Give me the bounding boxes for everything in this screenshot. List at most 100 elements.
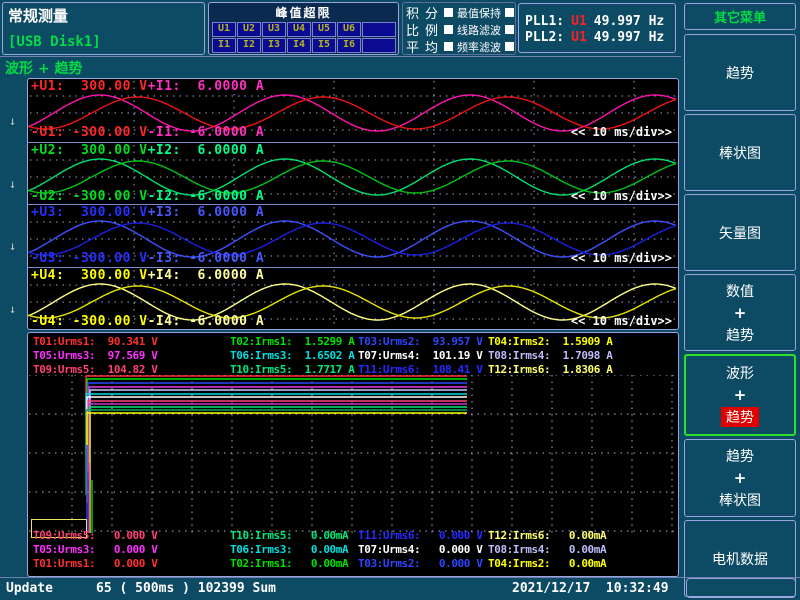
toggle-row: 比例线路滤波 <box>406 21 515 38</box>
pll-source: U1 <box>571 14 587 30</box>
waveform-channel-3: +U3: 300.00 V+I3: 6.0000 A -U3: -300.00 V… <box>28 204 678 266</box>
channel-marker-arrow-icon: ↓ <box>9 177 16 191</box>
waveform-channel-4: +U4: 300.00 V+I4: 6.0000 A -U4: -300.00 V… <box>28 267 678 329</box>
peak-cell-I4: I4 <box>287 38 311 53</box>
menu-item-line: 数值 <box>726 281 754 301</box>
trend-readout-zero: T10:Irms5: 0.00mA <box>230 529 348 542</box>
u-positive-label: +U1: 300.00 V <box>31 79 148 94</box>
trend-readout: T04:Irms2: 1.5909 A <box>488 335 612 348</box>
trend-readout: T03:Urms2: 93.957 V <box>358 335 482 348</box>
timebase-label: << 10 ms/div>> <box>571 251 672 265</box>
pll-row: PLL1: U1 49.997 Hz <box>519 14 675 30</box>
i-positive-label: +I1: 6.0000 A <box>148 79 265 94</box>
trend-readout-zero: T05:Urms3: 0.000 V <box>33 543 157 556</box>
channel-marker-arrow-icon: ↓ <box>9 239 16 253</box>
peak-cell-I3: I3 <box>262 38 286 53</box>
peak-limit-row: I1I2I3I4I5I6 <box>212 38 398 53</box>
trend-readout-zero: T09:Urms5: 0.000 V <box>33 529 157 542</box>
trend-readout-zero: T06:Irms3: 0.00mA <box>230 543 348 556</box>
channel-labels-positive: +U2: 300.00 V+I2: 6.0000 A <box>31 143 264 158</box>
trend-readout: T08:Irms4: 1.7098 A <box>488 349 612 362</box>
i-negative-label: -I4: -6.0000 A <box>148 314 265 329</box>
pll-value: 49.997 Hz <box>594 14 664 30</box>
menu-item-numeric-plus-trend[interactable]: 数值+趋势 <box>684 274 796 351</box>
trend-readout-zero: T01:Urms1: 0.000 V <box>33 557 157 570</box>
pll-source: U1 <box>571 30 587 46</box>
trend-readout: T05:Urms3: 97.569 V <box>33 349 157 362</box>
channel-labels-positive: +U4: 300.00 V+I4: 6.0000 A <box>31 268 264 283</box>
i-negative-label: -I2: -6.0000 A <box>148 189 265 204</box>
menu-item-line: 趋势 <box>726 63 754 83</box>
toggle-char: 平 <box>406 37 419 56</box>
trend-readout-zero: T07:Urms4: 0.000 V <box>358 543 482 556</box>
toggle-checkbox[interactable] <box>444 25 453 34</box>
peak-cell-U2: U2 <box>237 22 261 37</box>
menu-item-line: 波形 <box>726 363 754 383</box>
menu-item-line: + <box>734 304 747 322</box>
u-positive-label: +U2: 300.00 V <box>31 143 148 158</box>
channel-labels-negative: -U4: -300.00 V-I4: -6.0000 A <box>31 314 264 329</box>
menu-item-waveform-plus-trend[interactable]: 波形+趋势 <box>684 354 796 436</box>
menu-item-line: 棒状图 <box>719 143 761 163</box>
pll-name: PLL1: <box>525 14 564 30</box>
peak-limit-panel: 峰值超限 U1U2U3U4U5U6I1I2I3I4I5I6 <box>208 2 399 55</box>
toggle-checkbox[interactable] <box>444 8 453 17</box>
peak-cell-blank <box>362 38 396 53</box>
menu-item-line: 矢量图 <box>719 223 761 243</box>
channel-labels-negative: -U3: -300.00 V-I3: -6.0000 A <box>31 251 264 266</box>
toggle-char: 均 <box>425 37 438 56</box>
peak-cell-U5: U5 <box>312 22 336 37</box>
channel-labels-positive: +U3: 300.00 V+I3: 6.0000 A <box>31 205 264 220</box>
menu-item-bar-graph[interactable]: 棒状图 <box>684 114 796 191</box>
timebase-label: << 10 ms/div>> <box>571 314 672 328</box>
menu-item-trend-plus-bar-graph[interactable]: 趋势+棒状图 <box>684 439 796 517</box>
i-positive-label: +I2: 6.0000 A <box>148 143 265 158</box>
channel-marker-arrow-icon: ↓ <box>9 114 16 128</box>
update-label: Update <box>6 581 53 596</box>
trend-readout-zero: T04:Irms2: 0.00mA <box>488 557 606 570</box>
menu-item-vector-graph[interactable]: 矢量图 <box>684 194 796 271</box>
trend-readout-zero: T08:Irms4: 0.00mA <box>488 543 606 556</box>
menu-title: 其它菜单 <box>684 3 796 30</box>
toggle-label: 最值保持 <box>457 5 501 21</box>
peak-cell-blank <box>362 22 396 37</box>
menu-item-trend[interactable]: 趋势 <box>684 34 796 111</box>
pll-name: PLL2: <box>525 30 564 46</box>
storage-label: [USB Disk1] <box>8 34 101 50</box>
trend-readout-zero: T02:Irms1: 0.00mA <box>230 557 348 570</box>
waveform-channel-1: +U1: 300.00 V+I1: 6.0000 A -U1: -300.00 V… <box>28 79 678 141</box>
pll-row: PLL2: U1 49.997 Hz <box>519 30 675 46</box>
trend-readout-zero: T12:Irms6: 0.00mA <box>488 529 606 542</box>
update-counter: 65 ( 500ms ) 102399 Sum <box>96 581 276 596</box>
peak-cell-I5: I5 <box>312 38 336 53</box>
peak-limit-row: U1U2U3U4U5U6 <box>212 22 398 37</box>
trend-readout-zero: T03:Urms2: 0.000 V <box>358 557 482 570</box>
i-positive-label: +I4: 6.0000 A <box>148 268 265 283</box>
channel-labels-negative: -U1: -300.00 V-I1: -6.0000 A <box>31 125 264 140</box>
toggle-checkbox[interactable] <box>505 25 514 34</box>
status-bar: Update 65 ( 500ms ) 102399 Sum 2021/12/1… <box>0 578 800 600</box>
peak-cell-U4: U4 <box>287 22 311 37</box>
trend-readout: T02:Irms1: 1.5299 A <box>230 335 354 348</box>
toggle-checkbox[interactable] <box>505 42 514 51</box>
status-corner-box <box>686 578 796 598</box>
peak-cell-I2: I2 <box>237 38 261 53</box>
timebase-label: << 10 ms/div>> <box>571 189 672 203</box>
peak-limit-title: 峰值超限 <box>209 4 398 21</box>
menu-item-line: 电机数据 <box>712 549 768 569</box>
trend-readout: T07:Urms4: 101.19 V <box>358 349 482 362</box>
timebase-label: << 10 ms/div>> <box>571 125 672 139</box>
u-negative-label: -U2: -300.00 V <box>31 189 148 204</box>
toggle-row: 平均 频率滤波 <box>406 38 515 55</box>
peak-cell-I1: I1 <box>212 38 236 53</box>
u-negative-label: -U4: -300.00 V <box>31 314 148 329</box>
toggle-checkbox[interactable] <box>505 8 514 17</box>
menu-item-line: + <box>734 386 747 404</box>
toggle-label: 频率滤波 <box>457 39 501 55</box>
pll-value: 49.997 Hz <box>594 30 664 46</box>
toggle-checkbox[interactable] <box>444 42 453 51</box>
waveform-channel-2: +U2: 300.00 V+I2: 6.0000 A -U2: -300.00 V… <box>28 142 678 204</box>
u-negative-label: -U3: -300.00 V <box>31 251 148 266</box>
i-negative-label: -I3: -6.0000 A <box>148 251 265 266</box>
channel-labels-negative: -U2: -300.00 V-I2: -6.0000 A <box>31 189 264 204</box>
